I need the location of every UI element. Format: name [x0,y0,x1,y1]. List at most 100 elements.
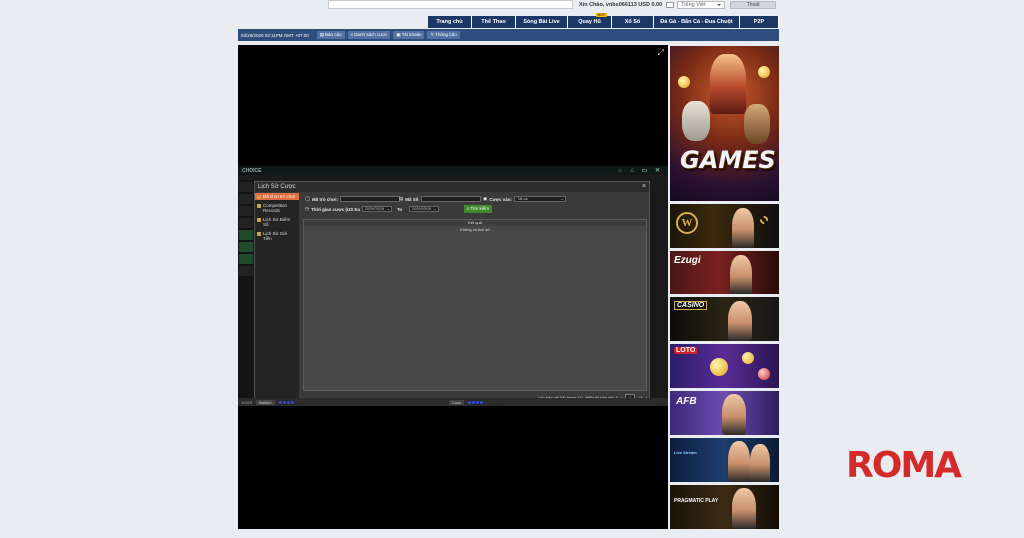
banner-casino[interactable]: CASINO [670,297,779,341]
server-time: 03/28/2020 03:11PM GMT +07:00 [241,32,309,38]
model-image [722,394,746,435]
menu-item-deposit-history[interactable]: Lịch Sử Gửi Tiền [255,230,299,242]
menu-item-score-history[interactable]: Lịch Sử Điểm Số [255,216,299,228]
chip-dots [278,400,295,405]
trophy-icon[interactable] [239,266,253,276]
game-left-column [238,180,254,406]
menu-label: Đã chơi trò chơi [263,194,296,199]
pragmatic-logo: PRAGMATIC PLAY [674,498,719,504]
game-code-label: Mã trò chơi: [312,196,338,202]
banner-pragmatic[interactable]: PRAGMATIC PLAY [670,485,779,529]
search-row: ⌕ Tìm kiếm [464,205,493,213]
announcement-button[interactable]: ✎ Thông báo [427,31,460,39]
character-figure [682,101,710,141]
ball-icon [758,368,770,380]
code-icon: ▤ [399,196,404,201]
close-icon[interactable]: × [642,183,646,191]
tab-live-casino[interactable]: Sòng Bài Live [516,16,568,28]
tab-lottery[interactable]: Xổ Số [612,16,654,28]
tab-slots[interactable]: Quay Hũ HOT [568,13,612,28]
bet-history-modal: Lịch Sử Cược × Đã chơi trò chơi Competit… [254,181,650,405]
report-icon: ▤ [319,32,325,37]
model-image [728,441,750,482]
button-label: Báo cáo [325,32,342,37]
game-icon [257,194,261,199]
code-input[interactable] [420,196,481,202]
history-table: Kết quả Không có lịch sử [303,219,647,391]
tab-sports[interactable]: Thể Thao [472,16,516,28]
history-content: ◯ Mã trò chơi: ▤ Mã Số ▣ Cược vào: Tất c… [303,193,647,402]
afb-logo: AFB [676,396,697,407]
language-select[interactable]: Tiếng Việt [677,0,726,9]
game-toolbar-icons[interactable]: ⌂ ♫ ▭ ✕ [618,167,663,174]
menu-label: Lịch Sử Điểm Số [263,217,291,227]
greeting-text: Xin Chào, vnbs066113 USD 0.00 [579,1,663,8]
banner-loto[interactable]: LOTO [670,344,779,388]
tab-p2p[interactable]: P2P [740,16,779,28]
refresh-balance-icon[interactable] [666,1,675,8]
deposit-icon [257,231,261,236]
filter-game-row: ◯ Mã trò chơi: [305,196,400,202]
account-button[interactable]: ▣ Tài khoản [393,31,425,39]
table-tab[interactable] [239,230,253,240]
table-tab[interactable] [239,254,253,264]
avatar [239,182,253,192]
from-date-select[interactable]: 2020/03/28 [361,206,392,212]
tab-label: Xổ Số [624,19,641,25]
modal-title-bar: Lịch Sử Cược × [255,182,649,192]
coin-icon [758,66,770,78]
tab-label: Đá Gà - Bắn Cá - Đua Chuột [660,19,733,25]
banner-ezugi[interactable]: Ezugi [670,251,779,294]
bet-button[interactable]: Cuoc [448,399,465,405]
tab-cockfight-fishing[interactable]: Đá Gà - Bắn Cá - Đua Chuột [654,16,740,28]
game-footer: 10423 Banker Cuoc [238,398,668,406]
banner-live-stream[interactable]: Live Stream [670,438,779,482]
ball-icon [710,358,728,376]
history-filters: ◯ Mã trò chơi: ▤ Mã Số ▣ Cược vào: Tất c… [303,193,647,219]
w-logo: W [676,212,698,234]
modal-title: Lịch Sử Cược [258,184,296,190]
loto-logo: LOTO [674,347,698,354]
watermark-text: ROMA [846,445,962,486]
balance-text: 10423 [241,399,253,405]
model-image [750,444,770,482]
history-menu: Đã chơi trò chơi Competition Records Lịc… [255,193,299,404]
search-button[interactable]: ⌕ Tìm kiếm [464,205,493,213]
banner-afb[interactable]: AFB [670,391,779,435]
filter-to-row: To 2020/03/28 [397,206,440,212]
filter-time-row: ◷ Thời gian cược (US Ea 2020/03/28 [305,206,392,212]
account-bar: Xin Chào, vnbs066113 USD 0.00 Tiếng Việt… [328,0,780,9]
table-tab[interactable] [239,242,253,252]
logout-button[interactable]: Thoát [730,0,777,9]
model-image [730,255,752,294]
to-date-select[interactable]: 2020/03/28 [409,206,440,212]
tab-label: Thể Thao [481,19,506,25]
model-image [732,488,756,529]
bet-icon: ▣ [483,196,488,201]
bet-select[interactable]: Tất cả [513,196,566,202]
tab-label: P2P [753,19,765,25]
bet-label: Cược vào: [489,196,512,202]
marquee-box [328,0,573,9]
casino-logo: CASINO [674,301,708,310]
menu-item-played-games[interactable]: Đã chơi trò chơi [255,193,299,200]
game-frame[interactable]: ⤢ CHOICE ⌂ ♫ ▭ ✕ Lịch Sử Cược × Đã chơi … [238,45,668,529]
menu-item-competition[interactable]: Competition Records [255,202,299,214]
banner-games[interactable]: GAMES [670,46,779,201]
model-image [732,208,754,248]
banner-w[interactable]: W [670,204,779,248]
game-code-icon: ◯ [305,196,311,201]
menu-label: Lịch Sử Gửi Tiền [263,231,288,241]
filter-bet-row: ▣ Cược vào: Tất cả [483,196,566,202]
model-image [728,301,752,341]
banker-button[interactable]: Banker [256,399,275,405]
report-button[interactable]: ▤ Báo cáo [316,31,345,39]
game-code-input[interactable] [340,196,400,202]
tab-home[interactable]: Trang chủ [428,16,472,28]
score-icon [257,217,261,222]
search-icon: ⌕ [467,206,470,211]
promo-sidebar: GAMES W Ezugi CASINO LOTO AFB Live Strea… [670,46,779,529]
button-label: Tài khoản [401,32,422,37]
fullscreen-icon[interactable]: ⤢ [658,48,664,58]
bet-list-button[interactable]: ≡ Danh sách cược [347,31,391,39]
